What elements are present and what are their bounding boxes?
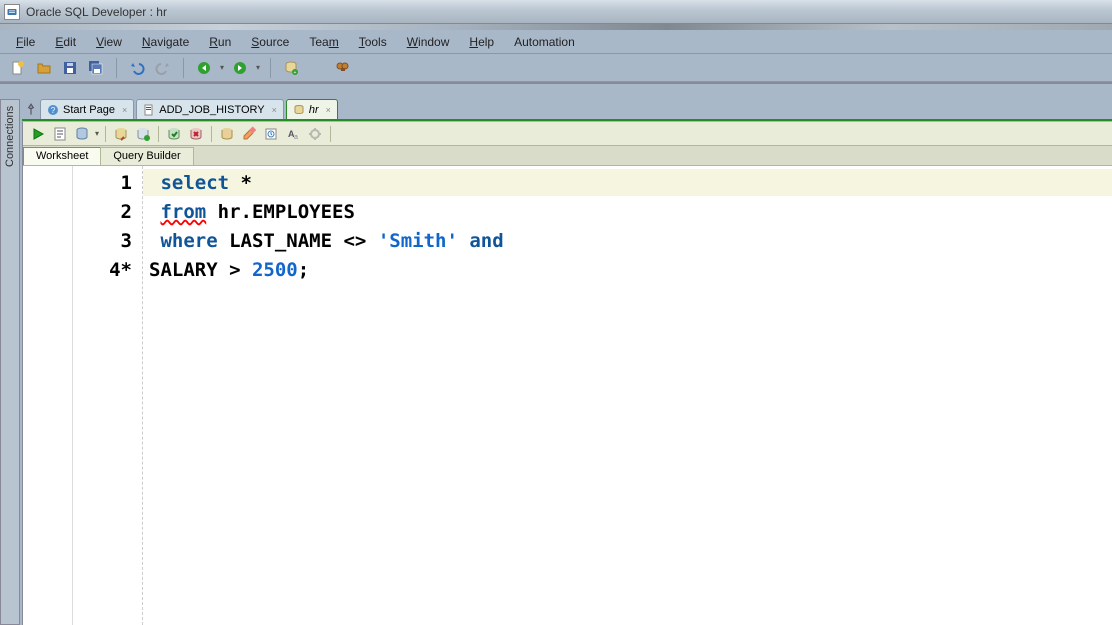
- menu-source[interactable]: Source: [243, 33, 297, 51]
- editor-sub-tabs: Worksheet Query Builder: [23, 146, 1112, 166]
- tab-label: hr: [309, 104, 319, 116]
- window-titlebar: Oracle SQL Developer : hr: [0, 0, 1112, 24]
- tab-label: ADD_JOB_HISTORY: [159, 104, 264, 116]
- tab-hr[interactable]: hr ×: [286, 99, 338, 119]
- separator: [116, 58, 117, 78]
- menu-automation[interactable]: Automation: [506, 33, 583, 51]
- rollback-button[interactable]: [187, 125, 205, 143]
- redo-button[interactable]: [153, 58, 173, 78]
- svg-text:+: +: [294, 70, 297, 76]
- undo-button[interactable]: [127, 58, 147, 78]
- window-title: Oracle SQL Developer : hr: [26, 5, 167, 19]
- code-text[interactable]: select * from hr.EMPLOYEES where LAST_NA…: [143, 166, 1112, 625]
- separator: [105, 126, 106, 142]
- document-tabs: ? Start Page × ADD_JOB_HISTORY × hr ×: [22, 99, 1112, 121]
- line-number-gutter: 1234*: [73, 166, 143, 625]
- explain-plan-button[interactable]: [73, 125, 91, 143]
- connections-label: Connections: [4, 106, 16, 167]
- close-icon[interactable]: ×: [326, 105, 331, 115]
- save-button[interactable]: [60, 58, 80, 78]
- sql-file-icon: [143, 104, 155, 116]
- sub-tab-worksheet[interactable]: Worksheet: [23, 147, 101, 165]
- main-area: Connections ? Start Page × ADD_JOB_HISTO…: [0, 82, 1112, 625]
- menu-navigate[interactable]: Navigate: [134, 33, 197, 51]
- run-script-button[interactable]: [51, 125, 69, 143]
- editor-wrapper: ▾ Aa Worksheet Query Builder 1234* selec…: [22, 122, 1112, 625]
- save-all-button[interactable]: [86, 58, 106, 78]
- svg-text:?: ?: [51, 106, 56, 115]
- tab-start-page[interactable]: ? Start Page ×: [40, 99, 134, 119]
- autotrace-button[interactable]: [112, 125, 130, 143]
- sql-history-button[interactable]: [262, 125, 280, 143]
- separator: [158, 126, 159, 142]
- menu-file[interactable]: File: [8, 33, 43, 51]
- code-editor[interactable]: 1234* select * from hr.EMPLOYEES where L…: [23, 166, 1112, 625]
- unshared-sql-button[interactable]: [218, 125, 236, 143]
- breakpoint-gutter[interactable]: [23, 166, 73, 625]
- menu-bar: File Edit View Navigate Run Source Team …: [0, 30, 1112, 54]
- menu-run[interactable]: Run: [201, 33, 239, 51]
- menu-view[interactable]: View: [88, 33, 130, 51]
- menu-tools[interactable]: Tools: [351, 33, 395, 51]
- nav-forward-button[interactable]: [230, 58, 250, 78]
- editor-toolbar: ▾ Aa: [23, 122, 1112, 146]
- menu-help[interactable]: Help: [461, 33, 502, 51]
- separator: [330, 126, 331, 142]
- close-icon[interactable]: ×: [272, 105, 277, 115]
- find-button[interactable]: [333, 58, 353, 78]
- pin-icon[interactable]: [24, 101, 38, 119]
- sql-icon-button[interactable]: +: [281, 58, 301, 78]
- clear-button[interactable]: [240, 125, 258, 143]
- nav-back-button[interactable]: [194, 58, 214, 78]
- sql-conn-icon: [293, 104, 305, 116]
- separator: [211, 126, 212, 142]
- connections-panel[interactable]: Connections: [0, 99, 20, 625]
- tab-label: Start Page: [63, 104, 115, 116]
- settings-button[interactable]: [306, 125, 324, 143]
- sql-tuning-button[interactable]: [134, 125, 152, 143]
- separator: [270, 58, 271, 78]
- open-folder-button[interactable]: [34, 58, 54, 78]
- new-file-button[interactable]: [8, 58, 28, 78]
- main-toolbar: ▾ ▾ +: [0, 54, 1112, 82]
- tab-add-job-history[interactable]: ADD_JOB_HISTORY ×: [136, 99, 284, 119]
- menu-team[interactable]: Team: [301, 33, 346, 51]
- question-icon: ?: [47, 104, 59, 116]
- commit-button[interactable]: [165, 125, 183, 143]
- sub-tab-query-builder[interactable]: Query Builder: [100, 147, 193, 165]
- close-icon[interactable]: ×: [122, 105, 127, 115]
- menu-edit[interactable]: Edit: [47, 33, 84, 51]
- run-button[interactable]: [29, 125, 47, 143]
- to-upper-button[interactable]: Aa: [284, 125, 302, 143]
- app-icon: [4, 4, 20, 20]
- svg-text:a: a: [294, 134, 298, 141]
- menu-window[interactable]: Window: [399, 33, 458, 51]
- separator: [183, 58, 184, 78]
